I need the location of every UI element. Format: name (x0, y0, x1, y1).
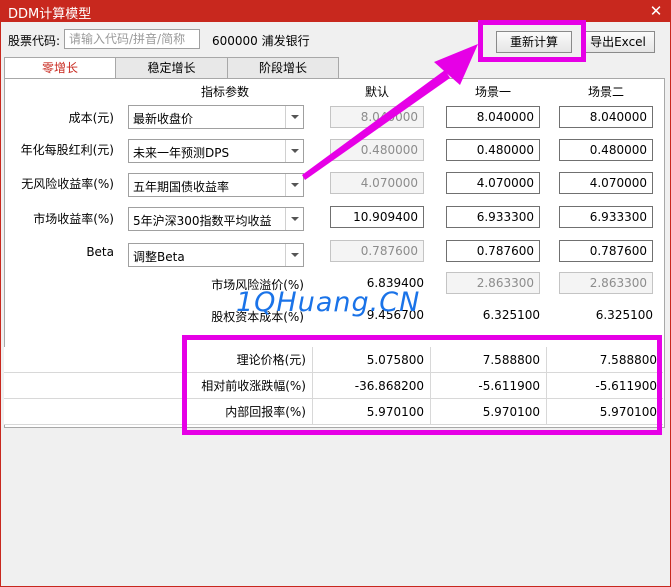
param-label-beta: Beta (86, 245, 114, 259)
chevron-down-icon[interactable] (285, 174, 303, 196)
market-return-select-value: 5年沪深300指数平均收益 (133, 214, 272, 228)
change-vs-close-default: -36.868200 (312, 373, 430, 399)
header-default: 默认 (364, 85, 389, 99)
derived-label-cost-of-equity: 股权资本成本(%) (211, 310, 304, 324)
cost-of-equity-scenario-1: 6.325100 (482, 308, 540, 322)
beta-scenario-2[interactable]: 0.787600 (559, 240, 653, 262)
cost-scenario-2[interactable]: 8.040000 (559, 106, 653, 128)
tab-zero-growth[interactable]: 零增长 (4, 57, 116, 79)
title-bar: DDM计算模型 ✕ (0, 0, 671, 22)
chevron-down-icon[interactable] (285, 106, 303, 128)
market-return-default[interactable]: 10.909400 (330, 206, 424, 228)
risk-free-scenario-2[interactable]: 4.070000 (559, 172, 653, 194)
dividend-default: 0.480000 (330, 139, 424, 161)
param-label-cost: 成本(元) (68, 111, 114, 125)
theoretical-price-scenario-1: 7.588800 (430, 347, 546, 373)
recalculate-button[interactable]: 重新计算 (496, 31, 572, 53)
result-label-change-vs-close: 相对前收涨跌幅(%) (201, 379, 306, 393)
beta-select[interactable]: 调整Beta (128, 243, 304, 267)
stock-code-label: 股票代码: (8, 34, 61, 48)
market-return-scenario-2[interactable]: 6.933300 (559, 206, 653, 228)
change-vs-close-scenario-1: -5.611900 (430, 373, 546, 399)
cost-scenario-1[interactable]: 8.040000 (446, 106, 540, 128)
chevron-down-icon[interactable] (285, 208, 303, 230)
risk-free-select-value: 五年期国债收益率 (133, 180, 230, 194)
stock-display: 600000 浦发银行 (212, 34, 310, 48)
mrp-scenario-2: 2.863300 (559, 272, 653, 294)
beta-scenario-1[interactable]: 0.787600 (446, 240, 540, 262)
theoretical-price-scenario-2: 7.588800 (546, 347, 663, 373)
cost-select-value: 最新收盘价 (133, 112, 194, 126)
theoretical-price-default: 5.075800 (312, 347, 430, 373)
change-vs-close-scenario-2: -5.611900 (546, 373, 663, 399)
dividend-select[interactable]: 未来一年预测DPS (128, 139, 304, 163)
param-label-dividend: 年化每股红利(元) (20, 143, 114, 157)
market-return-scenario-1[interactable]: 6.933300 (446, 206, 540, 228)
param-label-market-return: 市场收益率(%) (33, 212, 114, 226)
market-return-select[interactable]: 5年沪深300指数平均收益 (128, 207, 304, 231)
tab-stable-growth[interactable]: 稳定增长 (115, 57, 228, 79)
beta-default: 0.787600 (330, 240, 424, 262)
irr-scenario-1: 5.970100 (430, 399, 546, 425)
risk-free-scenario-1[interactable]: 4.070000 (446, 172, 540, 194)
chevron-down-icon[interactable] (285, 244, 303, 266)
dividend-scenario-1[interactable]: 0.480000 (446, 139, 540, 161)
window-title: DDM计算模型 (8, 7, 92, 22)
stock-search-input[interactable] (64, 29, 200, 49)
header-param: 指标参数 (200, 85, 249, 99)
chevron-down-icon[interactable] (285, 140, 303, 162)
header-scenario-1: 场景一 (474, 85, 511, 99)
irr-default: 5.970100 (312, 399, 430, 425)
mrp-scenario-1: 2.863300 (446, 272, 540, 294)
dividend-select-value: 未来一年预测DPS (133, 146, 230, 160)
cost-of-equity-default: 9.456700 (366, 308, 424, 322)
dividend-scenario-2[interactable]: 0.480000 (559, 139, 653, 161)
result-label-irr: 内部回报率(%) (225, 405, 306, 419)
results-table: 理论价格(元) 5.075800 7.588800 7.588800 相对前收涨… (4, 347, 663, 425)
cost-default: 8.040000 (330, 106, 424, 128)
irr-scenario-2: 5.970100 (546, 399, 663, 425)
derived-label-mrp: 市场风险溢价(%) (211, 278, 304, 292)
header-scenario-2: 场景二 (587, 85, 624, 99)
tab-stage-growth[interactable]: 阶段增长 (227, 57, 339, 79)
risk-free-default: 4.070000 (330, 172, 424, 194)
mrp-default: 6.839400 (366, 276, 424, 290)
cost-of-equity-scenario-2: 6.325100 (595, 308, 653, 322)
result-label-theoretical-price: 理论价格(元) (236, 353, 306, 367)
table-row: 相对前收涨跌幅(%) -36.868200 -5.611900 -5.61190… (4, 373, 663, 399)
risk-free-select[interactable]: 五年期国债收益率 (128, 173, 304, 197)
cost-select[interactable]: 最新收盘价 (128, 105, 304, 129)
export-excel-button[interactable]: 导出Excel (581, 31, 655, 53)
close-icon[interactable]: ✕ (641, 0, 671, 22)
table-row: 理论价格(元) 5.075800 7.588800 7.588800 (4, 347, 663, 373)
table-row: 内部回报率(%) 5.970100 5.970100 5.970100 (4, 399, 663, 425)
param-label-risk-free: 无风险收益率(%) (21, 177, 114, 191)
beta-select-value: 调整Beta (133, 250, 185, 264)
